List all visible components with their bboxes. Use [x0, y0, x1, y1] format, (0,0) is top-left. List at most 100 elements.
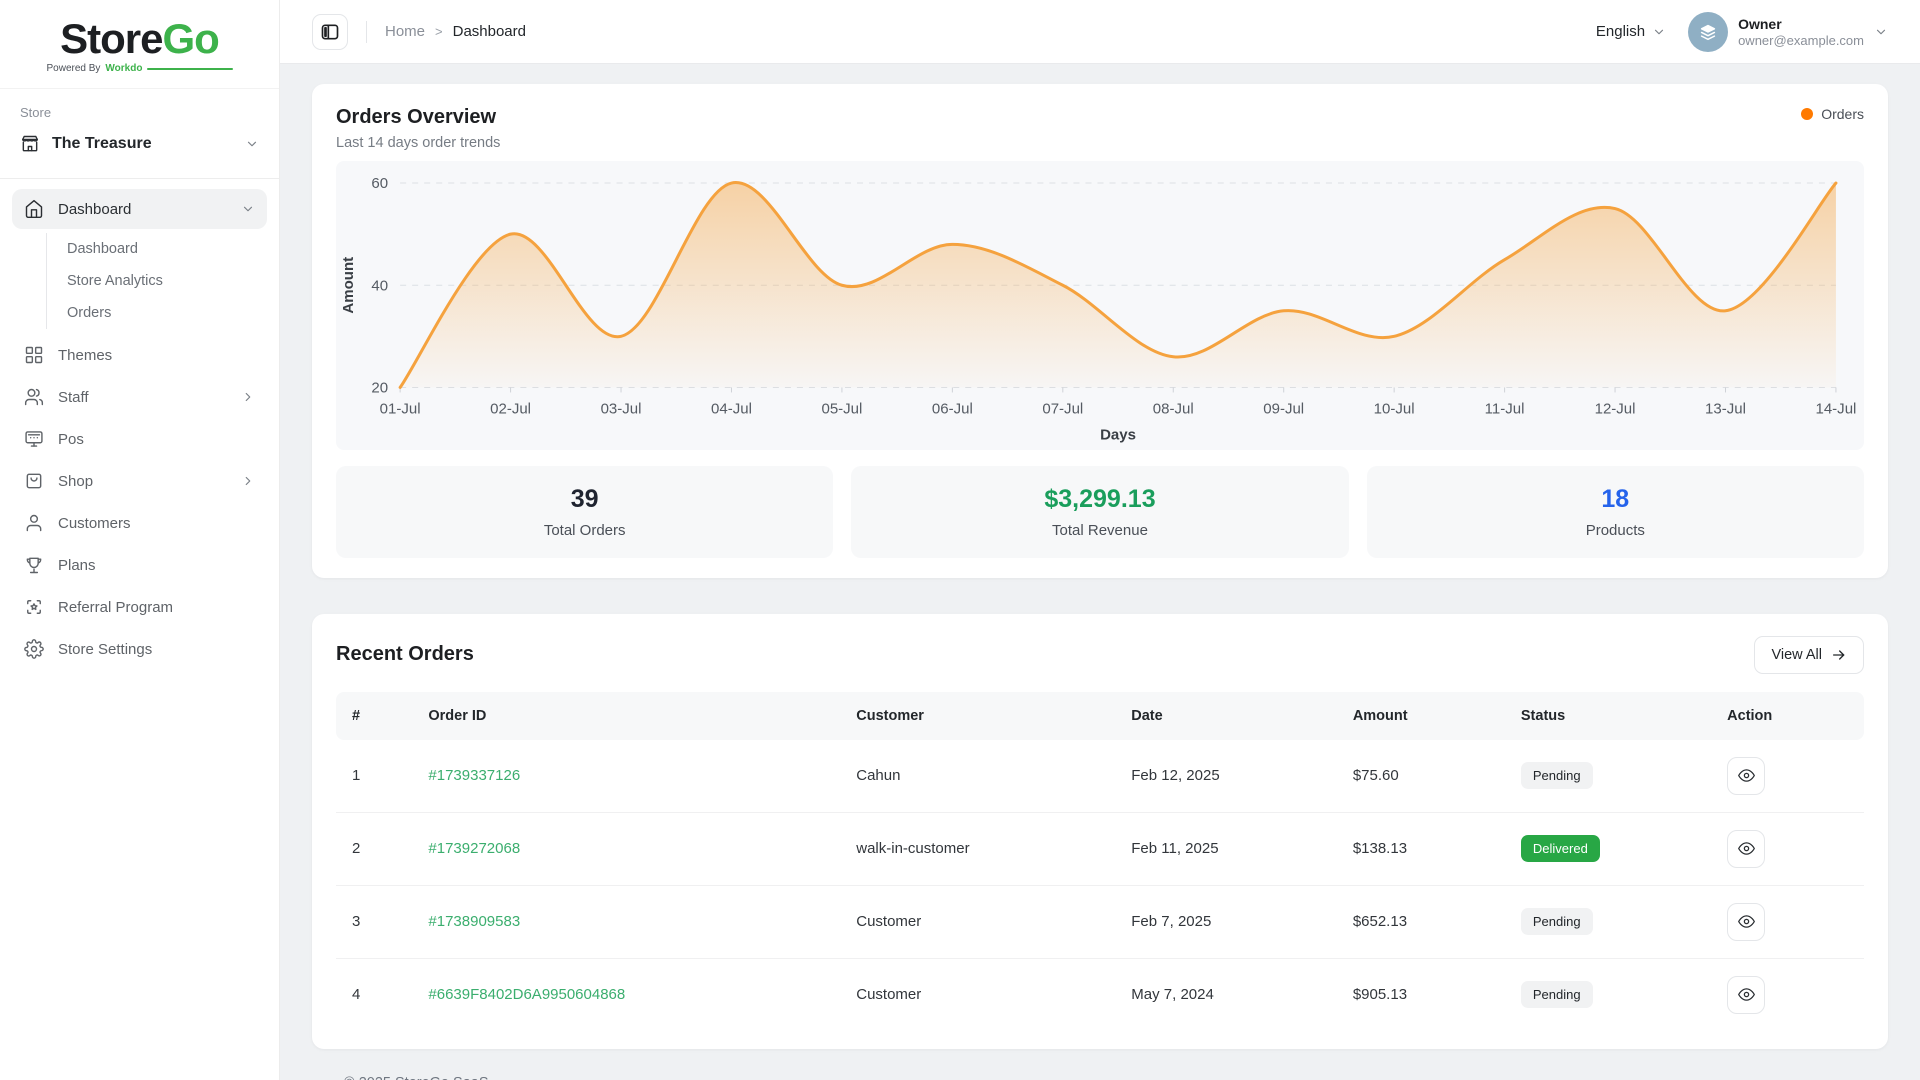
status-badge: Delivered: [1521, 835, 1600, 862]
arrow-right-icon: [1831, 647, 1847, 663]
user-email: owner@example.com: [1738, 33, 1864, 48]
col-header-customer: Customer: [840, 692, 1115, 740]
date-cell: Feb 11, 2025: [1115, 812, 1337, 885]
sidebar-item-dashboard[interactable]: Dashboard: [12, 189, 267, 229]
svg-text:Days: Days: [1100, 427, 1136, 444]
language-selector[interactable]: English: [1596, 23, 1666, 40]
store-selector[interactable]: The Treasure: [20, 134, 259, 154]
total-orders-value: 39: [571, 485, 599, 514]
table-row: 1 #1739337126 Cahun Feb 12, 2025 $75.60 …: [336, 740, 1864, 813]
customer-cell: walk-in-customer: [840, 812, 1115, 885]
svg-text:11-Jul: 11-Jul: [1485, 400, 1525, 417]
sidebar-item-referral-program[interactable]: Referral Program: [12, 587, 267, 627]
chart-legend-orders[interactable]: Orders: [1801, 106, 1864, 122]
sidebar: StoreGo Powered By Workdo Store The Trea…: [0, 0, 280, 1080]
table-header-row: # Order ID Customer Date Amount Status A…: [336, 692, 1864, 740]
order-id-link[interactable]: #6639F8402D6A9950604868: [428, 986, 625, 1003]
table-row: 4 #6639F8402D6A9950604868 Customer May 7…: [336, 958, 1864, 1031]
svg-text:60: 60: [371, 175, 388, 192]
home-icon: [24, 199, 44, 219]
sidebar-toggle-icon: [320, 22, 340, 42]
user-name: Owner: [1738, 16, 1864, 32]
date-cell: May 7, 2024: [1115, 958, 1337, 1031]
svg-text:40: 40: [371, 277, 388, 294]
svg-text:13-Jul: 13-Jul: [1705, 400, 1746, 417]
table-row: 2 #1739272068 walk-in-customer Feb 11, 2…: [336, 812, 1864, 885]
view-order-button[interactable]: [1727, 830, 1765, 868]
pos-terminal-icon: [24, 429, 44, 449]
orders-area-chart[interactable]: 20406001-Jul02-Jul03-Jul04-Jul05-Jul06-J…: [336, 161, 1864, 450]
submenu-item-orders[interactable]: Orders: [61, 297, 267, 329]
stats-row: 39 Total Orders $3,299.13 Total Revenue …: [336, 466, 1864, 558]
submenu-item-store-analytics[interactable]: Store Analytics: [61, 265, 267, 297]
sidebar-item-shop[interactable]: Shop: [12, 461, 267, 501]
amount-cell: $905.13: [1337, 958, 1505, 1031]
legend-label: Orders: [1821, 106, 1864, 122]
order-id-link[interactable]: #1739272068: [428, 840, 520, 857]
status-badge: Pending: [1521, 762, 1593, 789]
powered-by-label: Powered By: [47, 63, 101, 74]
submenu-item-dashboard[interactable]: Dashboard: [61, 233, 267, 265]
dashboard-submenu: Dashboard Store Analytics Orders: [46, 233, 267, 329]
sidebar-item-staff[interactable]: Staff: [12, 377, 267, 417]
total-revenue-label: Total Revenue: [1052, 522, 1148, 539]
user-menu[interactable]: Owner owner@example.com: [1688, 12, 1888, 52]
user-meta: Owner owner@example.com: [1738, 16, 1864, 48]
order-id-link[interactable]: #1739337126: [428, 767, 520, 784]
svg-text:04-Jul: 04-Jul: [711, 400, 752, 417]
table-row: 3 #1738909583 Customer Feb 7, 2025 $652.…: [336, 885, 1864, 958]
chevron-right-icon: [241, 390, 255, 404]
order-id-link[interactable]: #1738909583: [428, 913, 520, 930]
chevron-down-icon: [1652, 25, 1666, 39]
breadcrumb-home-link[interactable]: Home: [385, 23, 425, 40]
status-badge: Pending: [1521, 981, 1593, 1008]
sidebar-item-store-settings[interactable]: Store Settings: [12, 629, 267, 669]
sidebar-item-label: Themes: [58, 347, 255, 364]
topbar: Home > Dashboard English Owner owner@exa…: [280, 0, 1920, 64]
trophy-icon: [24, 555, 44, 575]
shopping-bag-icon: [24, 471, 44, 491]
sidebar-item-label: Dashboard: [58, 201, 227, 218]
breadcrumb-current: Dashboard: [453, 23, 526, 40]
powered-by-line: [147, 68, 232, 70]
eye-icon: [1738, 767, 1755, 784]
svg-text:03-Jul: 03-Jul: [601, 400, 642, 417]
eye-icon: [1738, 986, 1755, 1003]
view-order-button[interactable]: [1727, 976, 1765, 1014]
customer-cell: Cahun: [840, 740, 1115, 813]
recent-orders-card: Recent Orders View All # Order ID Custom…: [312, 614, 1888, 1049]
sidebar-item-customers[interactable]: Customers: [12, 503, 267, 543]
svg-text:12-Jul: 12-Jul: [1595, 400, 1636, 417]
sidebar-item-label: Store Settings: [58, 641, 255, 658]
col-header-amount: Amount: [1337, 692, 1505, 740]
sidebar-item-themes[interactable]: Themes: [12, 335, 267, 375]
user-icon: [24, 513, 44, 533]
footer-copyright: © 2025 StoreGo SaaS: [312, 1049, 1888, 1080]
view-order-button[interactable]: [1727, 757, 1765, 795]
svg-text:02-Jul: 02-Jul: [490, 400, 531, 417]
topbar-divider: [366, 21, 367, 43]
avatar-building-icon: [1697, 21, 1719, 43]
recent-orders-title: Recent Orders: [336, 643, 474, 666]
store-section-label: Store: [20, 105, 259, 120]
legend-dot-icon: [1801, 108, 1813, 120]
status-badge: Pending: [1521, 908, 1593, 935]
svg-text:05-Jul: 05-Jul: [821, 400, 862, 417]
view-order-button[interactable]: [1727, 903, 1765, 941]
stat-card-total-orders: 39 Total Orders: [336, 466, 833, 558]
amount-cell: $75.60: [1337, 740, 1505, 813]
chevron-right-icon: [241, 474, 255, 488]
date-cell: Feb 12, 2025: [1115, 740, 1337, 813]
sidebar-item-label: Shop: [58, 473, 227, 490]
sidebar-item-pos[interactable]: Pos: [12, 419, 267, 459]
svg-text:Amount: Amount: [340, 257, 357, 314]
sidebar-toggle-button[interactable]: [312, 14, 348, 50]
row-index: 1: [336, 740, 412, 813]
language-label: English: [1596, 23, 1645, 40]
logo: StoreGo Powered By Workdo: [0, 0, 279, 89]
orders-chart-container: 20406001-Jul02-Jul03-Jul04-Jul05-Jul06-J…: [336, 161, 1864, 450]
breadcrumb: Home > Dashboard: [385, 23, 526, 40]
view-all-button[interactable]: View All: [1754, 636, 1864, 674]
customer-cell: Customer: [840, 885, 1115, 958]
sidebar-item-plans[interactable]: Plans: [12, 545, 267, 585]
